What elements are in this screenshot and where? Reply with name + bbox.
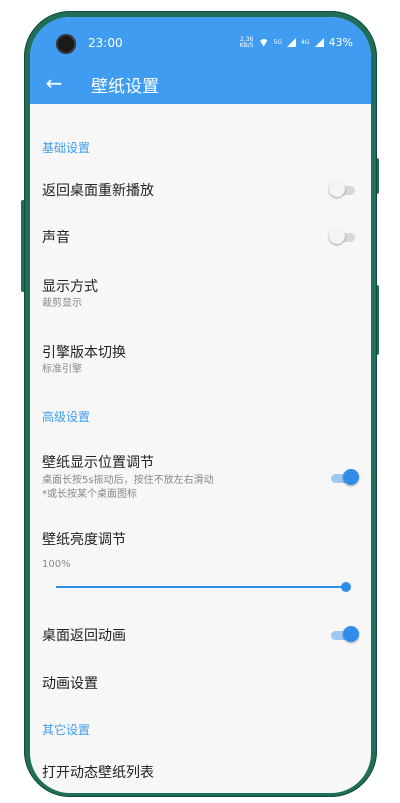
setting-title: 显示方式 bbox=[42, 279, 98, 295]
screen: 23:00 2.36 KB/S 5G 4G 43% ← 壁纸设置 基础设置 返回… bbox=[30, 17, 371, 793]
wifi-icon bbox=[258, 38, 269, 47]
network-speed: 2.36 KB/S bbox=[239, 36, 254, 49]
toggle-knob bbox=[343, 469, 359, 485]
front-camera bbox=[56, 34, 76, 54]
setting-title: 动画设置 bbox=[42, 676, 98, 692]
setting-title: 引擎版本切换 bbox=[42, 345, 126, 361]
setting-title: 壁纸显示位置调节 bbox=[42, 455, 154, 471]
status-bar: 23:00 2.36 KB/S 5G 4G 43% bbox=[30, 17, 371, 54]
setting-value: 标准引擎 bbox=[42, 364, 82, 375]
brightness-value: 100% bbox=[42, 559, 71, 570]
sound-toggle[interactable] bbox=[329, 226, 355, 248]
setting-title: 壁纸亮度调节 bbox=[42, 532, 126, 548]
section-other: 其它设置 bbox=[42, 723, 91, 737]
return-animation-toggle[interactable] bbox=[331, 624, 359, 646]
signal-icon bbox=[287, 38, 297, 47]
status-indicators: 2.36 KB/S 5G 4G 43% bbox=[240, 36, 353, 49]
toggle-knob bbox=[343, 626, 359, 642]
battery-level: 43% bbox=[328, 36, 353, 49]
setting-title: 返回桌面重新播放 bbox=[42, 183, 154, 199]
signal-icon-2 bbox=[314, 38, 324, 47]
network-speed-unit: KB/S bbox=[239, 41, 254, 49]
setting-description: 桌面长按5s振动后，按住不放左右滑动 bbox=[42, 475, 214, 486]
network-type-label: 5G bbox=[273, 39, 283, 46]
network-type-label-2: 4G bbox=[301, 39, 310, 46]
arrow-left-icon[interactable]: ← bbox=[42, 71, 66, 95]
slider-track bbox=[56, 586, 346, 588]
section-basic: 基础设置 bbox=[42, 141, 91, 155]
slider-thumb[interactable] bbox=[341, 582, 351, 592]
status-time: 23:00 bbox=[88, 36, 123, 50]
position-adjust-toggle[interactable] bbox=[331, 467, 359, 489]
replay-toggle[interactable] bbox=[329, 179, 355, 201]
app-bar: 23:00 2.36 KB/S 5G 4G 43% ← 壁纸设置 bbox=[30, 17, 371, 104]
section-advanced: 高级设置 bbox=[42, 410, 91, 424]
setting-title: 桌面返回动画 bbox=[42, 628, 126, 644]
toggle-knob bbox=[329, 181, 345, 197]
setting-description-note: *或长按某个桌面图标 bbox=[42, 489, 137, 500]
setting-value: 裁剪显示 bbox=[42, 298, 82, 309]
toggle-knob bbox=[329, 228, 345, 244]
page-title: 壁纸设置 bbox=[91, 77, 159, 97]
brightness-slider[interactable] bbox=[56, 581, 351, 593]
setting-title: 声音 bbox=[42, 230, 70, 246]
setting-title: 打开动态壁纸列表 bbox=[42, 765, 154, 781]
